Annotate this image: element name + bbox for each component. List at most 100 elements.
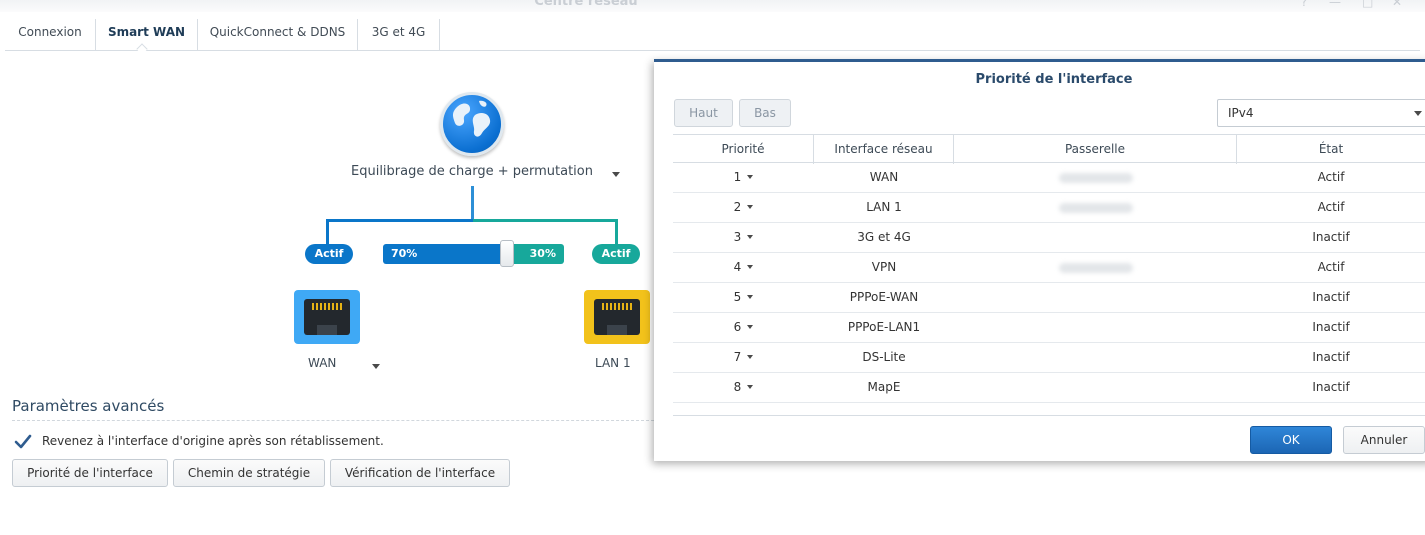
right-percent-label: 30% xyxy=(529,247,556,260)
priority-cell[interactable]: 1 xyxy=(673,163,814,193)
ip-version-value: IPv4 xyxy=(1228,106,1254,120)
left-drop-line xyxy=(326,219,329,245)
move-up-button[interactable]: Haut xyxy=(674,99,733,127)
priority-chevron-icon[interactable] xyxy=(747,235,754,239)
table-row[interactable]: 8 MapE Inactif xyxy=(673,373,1425,403)
state-cell: Inactif xyxy=(1312,230,1350,244)
advanced-settings-title: Paramètres avancés xyxy=(12,397,165,415)
state-cell: Inactif xyxy=(1312,290,1350,304)
state-cell: Inactif xyxy=(1312,380,1350,394)
table-row[interactable]: 5 PPPoE-WAN Inactif xyxy=(673,283,1425,313)
revert-interface-label: Revenez à l'interface d'origine après so… xyxy=(42,434,384,448)
gateway-cell xyxy=(954,373,1237,403)
interface-cell: 3G et 4G xyxy=(857,230,911,244)
gateway-cell xyxy=(954,193,1237,223)
gateway-cell xyxy=(954,283,1237,313)
column-header-gateway[interactable]: Passerelle xyxy=(954,135,1237,164)
column-header-state[interactable]: État xyxy=(1237,135,1425,164)
gateway-cell xyxy=(954,223,1237,253)
lan1-ethernet-port-icon xyxy=(584,290,650,344)
wan-ethernet-port-icon xyxy=(294,290,360,344)
state-cell: Inactif xyxy=(1312,350,1350,364)
interface-cell: VPN xyxy=(871,260,897,274)
priority-value: 4 xyxy=(733,260,742,274)
window-title: Centre réseau xyxy=(534,0,638,9)
priority-chevron-icon[interactable] xyxy=(747,355,754,359)
advanced-separator xyxy=(12,420,654,421)
left-percent-label: 70% xyxy=(391,247,418,260)
revert-interface-checkbox[interactable] xyxy=(13,432,33,452)
table-row[interactable]: 3 3G et 4G Inactif xyxy=(673,223,1425,253)
wan-port-label: WAN xyxy=(308,356,337,370)
cancel-button[interactable]: Annuler xyxy=(1343,426,1425,454)
priority-cell[interactable]: 8 xyxy=(673,373,814,403)
table-row[interactable]: 1 WAN Actif xyxy=(673,163,1425,193)
ok-button[interactable]: OK xyxy=(1250,426,1332,454)
balancing-mode-label[interactable]: Equilibrage de charge + permutation xyxy=(340,164,604,179)
priority-chevron-icon[interactable] xyxy=(747,385,754,389)
help-icon[interactable]: ? xyxy=(1301,0,1307,9)
priority-value: 5 xyxy=(733,290,742,304)
priority-chevron-icon[interactable] xyxy=(747,175,754,179)
redacted-gateway xyxy=(1058,262,1133,273)
gateway-cell xyxy=(954,343,1237,373)
gateway-cell xyxy=(954,163,1237,193)
priority-value: 2 xyxy=(733,200,742,214)
mode-dropdown-chevron-icon[interactable] xyxy=(612,172,620,177)
tab-3g-4g[interactable]: 3G et 4G xyxy=(358,19,440,51)
priority-chevron-icon[interactable] xyxy=(747,325,754,329)
load-balance-slider[interactable]: 70% 30% xyxy=(383,244,564,264)
lan1-status-badge: Actif xyxy=(592,244,640,264)
table-row[interactable]: 4 VPN Actif xyxy=(673,253,1425,283)
title-bar: Centre réseau ? — □ ✕ xyxy=(0,0,1425,12)
interface-cell: DS-Lite xyxy=(862,350,906,364)
priority-cell[interactable]: 2 xyxy=(673,193,814,223)
trunk-line xyxy=(471,186,474,220)
priority-chevron-icon[interactable] xyxy=(747,205,754,209)
state-cell: Inactif xyxy=(1312,320,1350,334)
table-row[interactable]: 6 PPPoE-LAN1 Inactif xyxy=(673,313,1425,343)
interface-check-button[interactable]: Vérification de l'interface xyxy=(330,459,510,487)
priority-cell[interactable]: 3 xyxy=(673,223,814,253)
network-center-window: Centre réseau ? — □ ✕ Connexion Smart WA… xyxy=(0,0,1425,535)
tab-smart-wan[interactable]: Smart WAN xyxy=(96,19,198,51)
interface-cell: MapE xyxy=(867,380,901,394)
priority-value: 6 xyxy=(733,320,742,334)
interface-priority-button[interactable]: Priorité de l'interface xyxy=(12,459,168,487)
table-row[interactable]: 7 DS-Lite Inactif xyxy=(673,343,1425,373)
maximize-icon[interactable]: □ xyxy=(1362,0,1373,9)
redacted-gateway xyxy=(1058,202,1133,213)
slider-handle[interactable] xyxy=(500,240,514,267)
redacted-gateway xyxy=(1058,172,1133,183)
dialog-title: Priorité de l'interface xyxy=(975,72,1133,87)
policy-route-button[interactable]: Chemin de stratégie xyxy=(173,459,325,487)
priority-value: 1 xyxy=(733,170,742,184)
ip-version-chevron-icon[interactable] xyxy=(1414,111,1422,116)
state-cell: Actif xyxy=(1317,170,1345,184)
gateway-cell xyxy=(954,313,1237,343)
right-drop-line xyxy=(615,219,618,245)
priority-chevron-icon[interactable] xyxy=(747,295,754,299)
interface-cell: PPPoE-LAN1 xyxy=(847,320,921,334)
table-row[interactable]: 2 LAN 1 Actif xyxy=(673,193,1425,223)
ip-version-select[interactable]: IPv4 xyxy=(1217,99,1425,127)
column-header-priority[interactable]: Priorité xyxy=(673,135,814,164)
tab-bar: Connexion Smart WAN QuickConnect & DDNS … xyxy=(5,13,1420,51)
wan-dropdown-chevron-icon[interactable] xyxy=(372,364,380,369)
priority-cell[interactable]: 4 xyxy=(673,253,814,283)
close-icon[interactable]: ✕ xyxy=(1392,0,1402,9)
gateway-cell xyxy=(954,253,1237,283)
priority-cell[interactable]: 7 xyxy=(673,343,814,373)
priority-cell[interactable]: 6 xyxy=(673,313,814,343)
priority-value: 3 xyxy=(733,230,742,244)
priority-chevron-icon[interactable] xyxy=(747,265,754,269)
move-down-button[interactable]: Bas xyxy=(739,99,791,127)
tab-quickconnect-ddns[interactable]: QuickConnect & DDNS xyxy=(198,19,358,51)
priority-cell[interactable]: 5 xyxy=(673,283,814,313)
state-cell: Actif xyxy=(1317,260,1345,274)
minimize-icon[interactable]: — xyxy=(1329,0,1341,9)
interface-cell: WAN xyxy=(869,170,899,184)
column-header-interface[interactable]: Interface réseau xyxy=(814,135,954,164)
right-branch-line xyxy=(473,219,618,222)
tab-connexion[interactable]: Connexion xyxy=(5,19,96,51)
